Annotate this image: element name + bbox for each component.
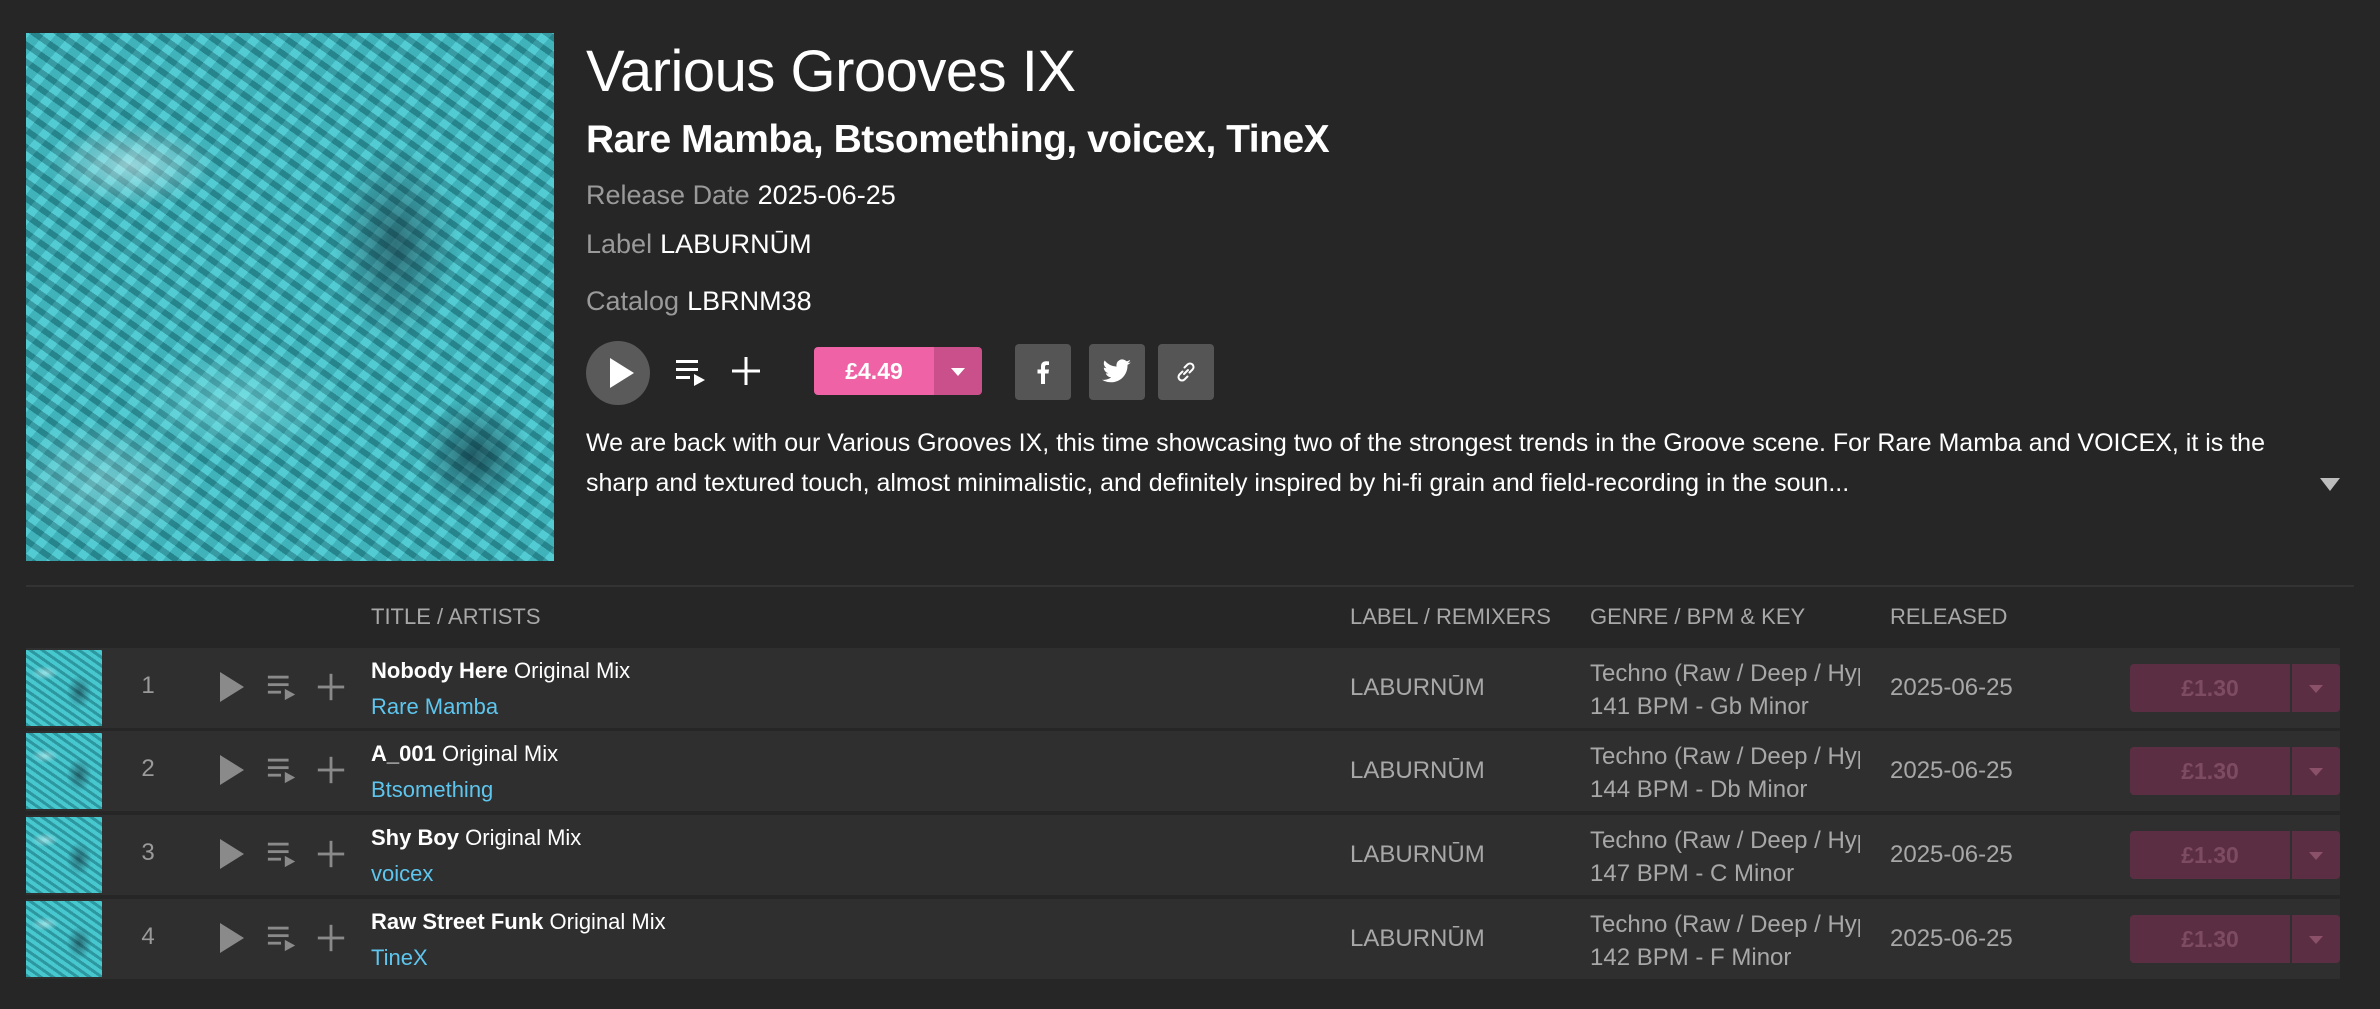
track-row: 2 A_001 Original Mix Btsomething LABURNŪ… xyxy=(26,731,2340,811)
track-row: 3 Shy Boy Original Mix voicex LABURNŪM T… xyxy=(26,815,2340,895)
plus-icon[interactable] xyxy=(315,671,347,703)
twitter-share-button[interactable] xyxy=(1089,344,1145,400)
catalog-value: LBRNM38 xyxy=(687,286,812,316)
column-header-label: LABEL / REMIXERS xyxy=(1350,604,1551,629)
column-header-genre: GENRE / BPM & KEY xyxy=(1590,604,1806,629)
play-icon[interactable] xyxy=(220,839,244,869)
track-row: 4 Raw Street Funk Original Mix TineX LAB… xyxy=(26,899,2340,979)
track-genre[interactable]: Techno (Raw / Deep / Hypnotic) xyxy=(1590,743,1860,771)
track-released: 2025-06-25 xyxy=(1890,674,2013,701)
buy-track-dropdown[interactable] xyxy=(2292,915,2340,963)
track-artwork xyxy=(26,650,102,726)
play-release-button[interactable] xyxy=(586,341,650,405)
release-date-key: Release Date xyxy=(586,180,750,210)
link-icon xyxy=(1177,362,1195,382)
add-to-queue-icon[interactable] xyxy=(266,838,298,870)
track-name: Shy Boy xyxy=(371,825,460,850)
track-number: 1 xyxy=(141,672,155,699)
copy-link-button[interactable] xyxy=(1158,344,1214,400)
track-released: 2025-06-25 xyxy=(1890,841,2013,868)
column-header-title: TITLE / ARTISTS xyxy=(371,604,541,629)
release-description: We are back with our Various Grooves IX,… xyxy=(586,429,2265,497)
catalog-key: Catalog xyxy=(586,286,680,316)
buy-track-dropdown[interactable] xyxy=(2292,831,2340,879)
track-artist[interactable]: Rare Mamba xyxy=(371,694,498,720)
track-artist[interactable]: voicex xyxy=(371,861,433,887)
track-artist[interactable]: TineX xyxy=(371,945,428,971)
plus-icon[interactable] xyxy=(729,354,763,388)
track-bpm-key: 142 BPM - F Minor xyxy=(1590,944,1792,971)
track-title[interactable]: Shy Boy Original Mix xyxy=(371,825,581,851)
track-mix: Original Mix xyxy=(514,658,631,683)
track-name: Raw Street Funk xyxy=(371,909,544,934)
track-genre[interactable]: Techno (Raw / Deep / Hypnotic) xyxy=(1590,660,1860,688)
label-row: Label LABURNŪM xyxy=(586,229,812,260)
track-name: Nobody Here xyxy=(371,658,508,683)
buy-options-dropdown[interactable] xyxy=(934,347,982,395)
twitter-icon xyxy=(1102,359,1131,383)
track-bpm-key: 141 BPM - Gb Minor xyxy=(1590,693,1809,720)
track-artwork xyxy=(26,733,102,809)
track-name: A_001 xyxy=(371,741,436,766)
track-artist[interactable]: Btsomething xyxy=(371,777,493,803)
add-to-queue-icon[interactable] xyxy=(266,671,298,703)
plus-icon[interactable] xyxy=(315,754,347,786)
plus-icon[interactable] xyxy=(315,922,347,954)
buy-track-dropdown[interactable] xyxy=(2292,747,2340,795)
catalog-row: Catalog LBRNM38 xyxy=(586,286,812,317)
track-label[interactable]: LABURNŪM xyxy=(1350,841,1485,869)
buy-track-button[interactable]: £1.30 xyxy=(2130,915,2290,963)
track-released: 2025-06-25 xyxy=(1890,925,2013,952)
track-number: 2 xyxy=(141,755,155,782)
buy-release-button[interactable]: £4.49 xyxy=(814,347,934,395)
buy-track-button[interactable]: £1.30 xyxy=(2130,664,2290,712)
play-icon[interactable] xyxy=(220,672,244,702)
plus-icon[interactable] xyxy=(315,838,347,870)
label-link[interactable]: LABURNŪM xyxy=(660,229,812,259)
track-bpm-key: 147 BPM - C Minor xyxy=(1590,860,1795,887)
track-mix: Original Mix xyxy=(465,825,582,850)
add-to-queue-icon[interactable] xyxy=(266,754,298,786)
track-title[interactable]: Nobody Here Original Mix xyxy=(371,658,630,684)
track-artwork xyxy=(26,901,102,977)
add-to-queue-icon[interactable] xyxy=(266,922,298,954)
facebook-share-button[interactable] xyxy=(1015,344,1071,400)
track-artwork xyxy=(26,817,102,893)
track-label[interactable]: LABURNŪM xyxy=(1350,925,1485,953)
track-label[interactable]: LABURNŪM xyxy=(1350,757,1485,785)
buy-track-button[interactable]: £1.30 xyxy=(2130,747,2290,795)
track-title[interactable]: Raw Street Funk Original Mix xyxy=(371,909,666,935)
release-title: Various Grooves IX xyxy=(586,39,1076,104)
track-title[interactable]: A_001 Original Mix xyxy=(371,741,558,767)
column-header-released: RELEASED xyxy=(1890,604,2008,629)
track-row: 1 Nobody Here Original Mix Rare Mamba LA… xyxy=(26,648,2340,728)
add-to-queue-icon[interactable] xyxy=(674,355,708,389)
release-date-value: 2025-06-25 xyxy=(757,180,896,210)
expand-caret-icon[interactable] xyxy=(2320,478,2340,491)
release-artists[interactable]: Rare Mamba, Btsomething, voicex, TineX xyxy=(586,118,1330,162)
album-artwork xyxy=(26,33,554,561)
track-mix: Original Mix xyxy=(441,741,559,766)
label-key: Label xyxy=(586,229,653,259)
play-icon[interactable] xyxy=(220,755,244,785)
play-icon[interactable] xyxy=(220,923,244,953)
track-genre[interactable]: Techno (Raw / Deep / Hypnotic) xyxy=(1590,827,1860,855)
track-mix: Original Mix xyxy=(549,909,666,934)
facebook-icon xyxy=(1037,361,1049,384)
section-divider xyxy=(26,585,2354,587)
track-bpm-key: 144 BPM - Db Minor xyxy=(1590,776,1808,803)
track-number: 3 xyxy=(141,839,155,866)
release-date-row: Release Date 2025-06-25 xyxy=(586,180,896,211)
track-label[interactable]: LABURNŪM xyxy=(1350,674,1485,702)
track-released: 2025-06-25 xyxy=(1890,757,2013,784)
track-number: 4 xyxy=(141,923,155,950)
buy-track-button[interactable]: £1.30 xyxy=(2130,831,2290,879)
track-genre[interactable]: Techno (Raw / Deep / Hypnotic) xyxy=(1590,911,1860,939)
buy-track-dropdown[interactable] xyxy=(2292,664,2340,712)
